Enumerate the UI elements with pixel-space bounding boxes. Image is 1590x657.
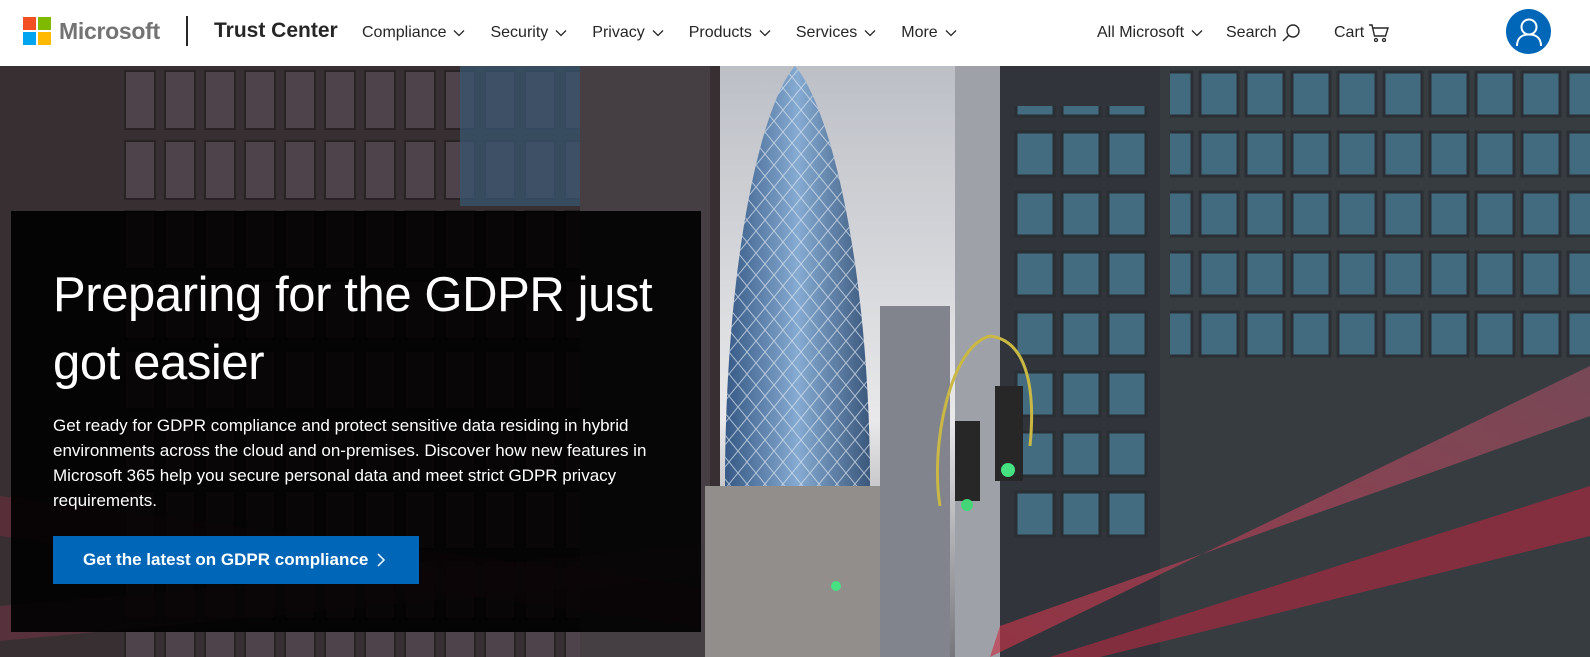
search-icon xyxy=(1282,24,1300,42)
gdpr-compliance-cta-button[interactable]: Get the latest on GDPR compliance xyxy=(53,536,419,584)
nav-services[interactable]: Services xyxy=(796,24,876,42)
nav-label: More xyxy=(901,24,938,41)
chevron-right-icon xyxy=(377,553,386,567)
nav-label: Security xyxy=(490,24,549,41)
cart-label: Cart xyxy=(1334,24,1365,41)
nav-label: Products xyxy=(688,24,752,41)
site-header: Microsoft Trust Center Compliance Securi… xyxy=(0,0,1590,66)
search-button[interactable]: Search xyxy=(1226,0,1301,66)
chevron-down-icon xyxy=(1191,30,1203,37)
chevron-down-icon xyxy=(945,30,957,37)
microsoft-logo-icon xyxy=(23,17,51,45)
hero-title: Preparing for the GDPR just got easier xyxy=(53,268,653,390)
cta-label: Get the latest on GDPR compliance xyxy=(83,550,369,569)
chevron-down-icon xyxy=(652,30,664,37)
nav-products[interactable]: Products xyxy=(689,24,771,42)
nav-label: Compliance xyxy=(362,24,447,41)
main-nav: Compliance Security Privacy Products Ser… xyxy=(362,0,982,66)
nav-label: Privacy xyxy=(592,24,645,41)
nav-more[interactable]: More xyxy=(901,24,957,42)
hero-banner: Preparing for the GDPR just got easier G… xyxy=(0,66,1590,657)
chevron-down-icon xyxy=(864,30,876,37)
cart-button[interactable]: Cart xyxy=(1334,0,1390,66)
search-label: Search xyxy=(1226,24,1277,41)
chevron-down-icon xyxy=(454,30,465,37)
chevron-down-icon xyxy=(555,30,567,37)
all-microsoft-label: All Microsoft xyxy=(1097,24,1185,41)
site-name-link[interactable]: Trust Center xyxy=(214,19,338,43)
hero-description: Get ready for GDPR compliance and protec… xyxy=(53,416,647,510)
nav-label: Services xyxy=(795,24,858,41)
nav-privacy[interactable]: Privacy xyxy=(592,24,664,42)
nav-compliance[interactable]: Compliance xyxy=(362,24,465,42)
nav-security[interactable]: Security xyxy=(490,24,567,42)
user-icon xyxy=(1515,18,1542,46)
account-avatar[interactable] xyxy=(1506,9,1551,54)
chevron-down-icon xyxy=(759,30,771,37)
microsoft-logo[interactable]: Microsoft xyxy=(23,16,160,46)
microsoft-logo-text: Microsoft xyxy=(59,17,160,44)
cart-icon xyxy=(1369,24,1390,43)
all-microsoft-menu[interactable]: All Microsoft xyxy=(1097,0,1203,66)
hero-text-card: Preparing for the GDPR just got easier G… xyxy=(11,211,701,632)
header-divider xyxy=(186,16,188,46)
